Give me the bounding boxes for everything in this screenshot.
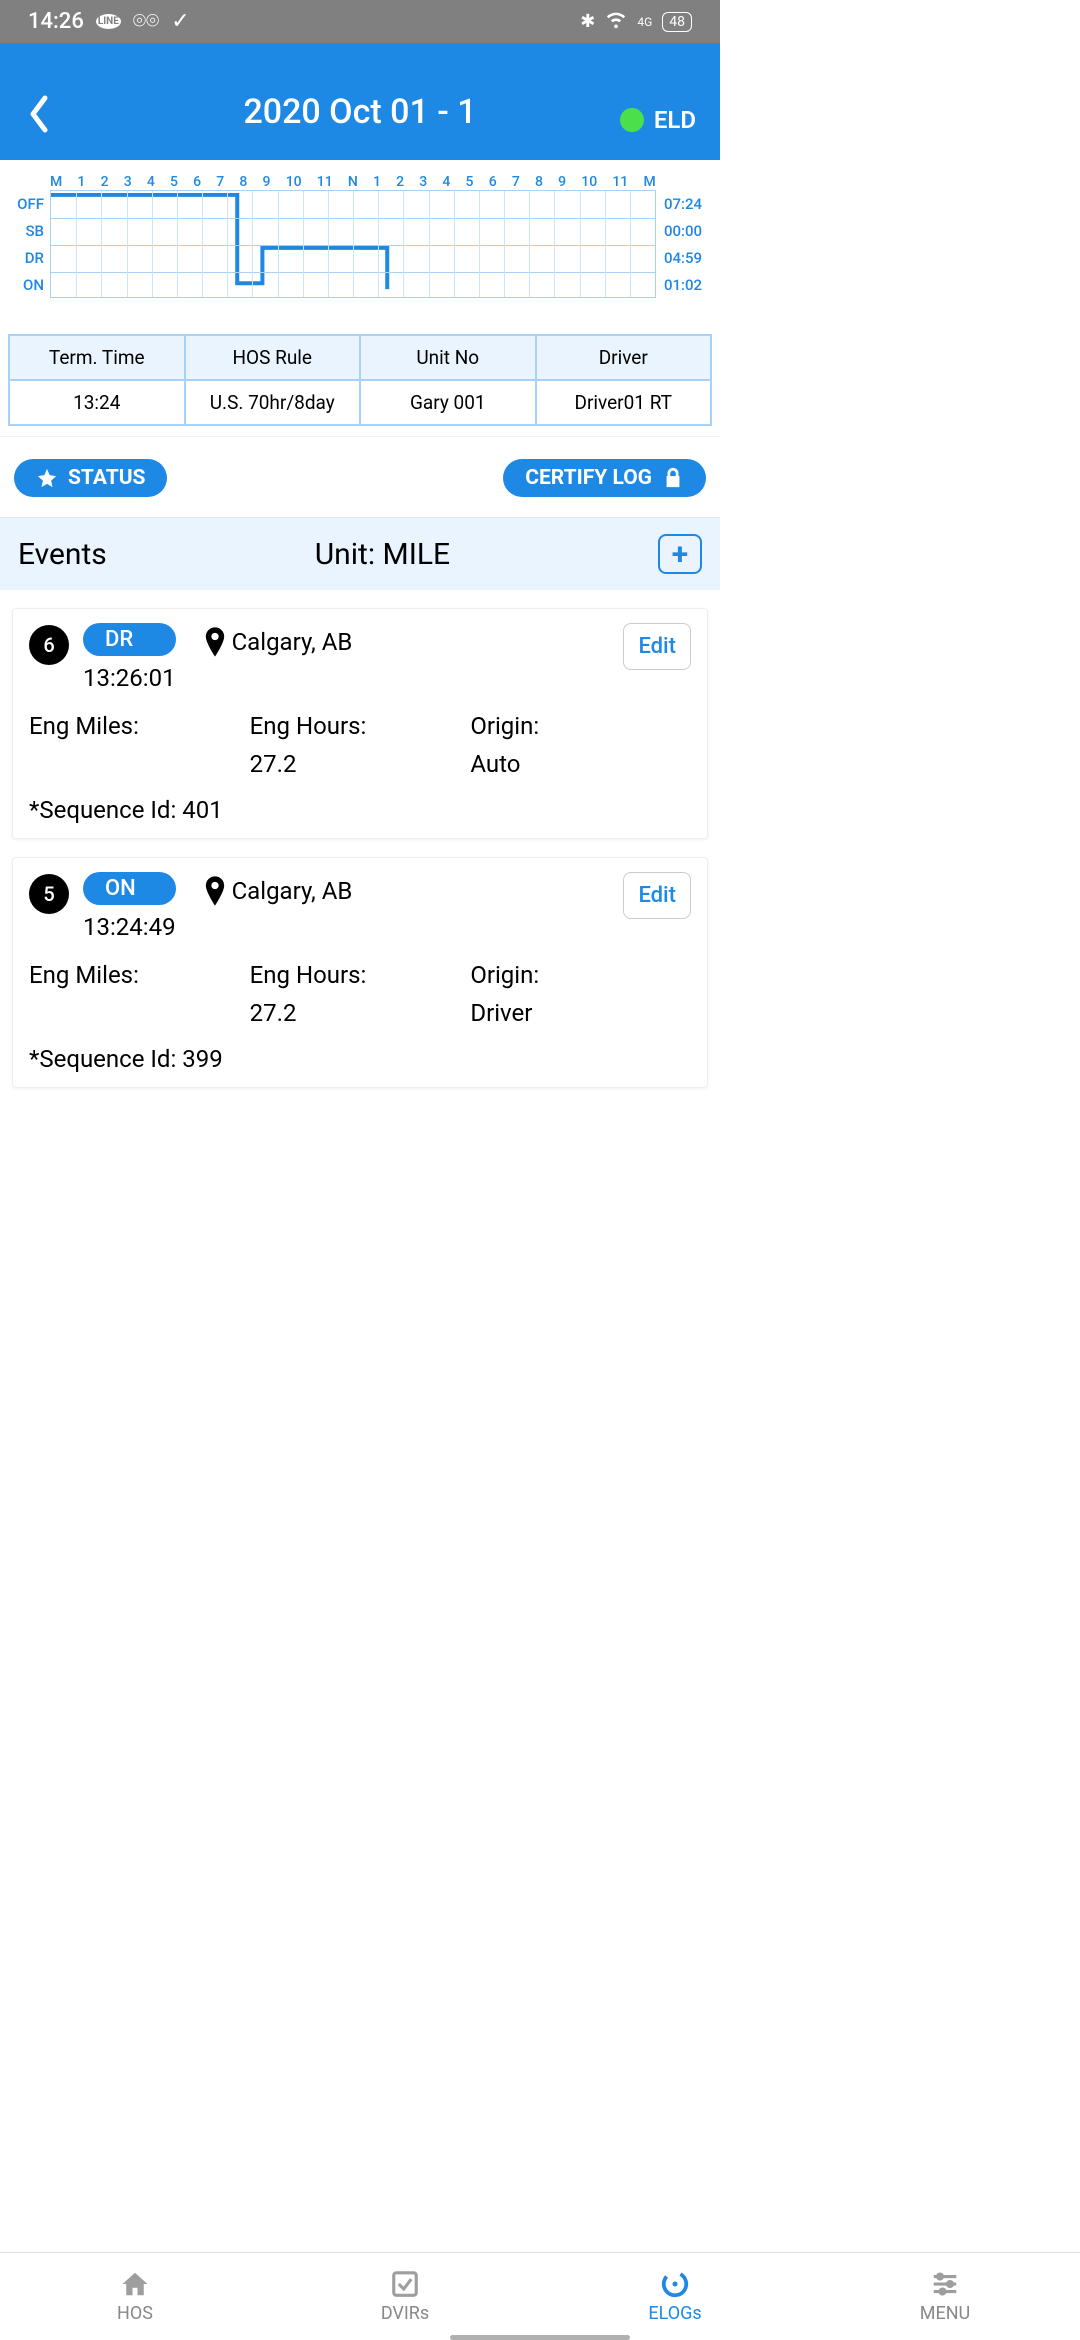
- certify-log-button[interactable]: CERTIFY LOG: [503, 459, 706, 497]
- eng-hours-value: 27.2: [250, 999, 471, 1027]
- status-button[interactable]: STATUS: [14, 459, 167, 497]
- status-bar: 14:26 LINE ⌾⌾ ✓ ✱ 4G 48: [0, 0, 720, 43]
- info-header: Unit No: [361, 336, 535, 381]
- edit-event-button[interactable]: Edit: [623, 872, 691, 919]
- info-col: DriverDriver01 RT: [537, 336, 711, 424]
- wifi-icon: [605, 8, 627, 35]
- events-unit: Unit: MILE: [315, 537, 450, 572]
- info-value: Gary 001: [361, 381, 535, 424]
- checkbox-icon: [390, 2269, 420, 2299]
- eng-miles-label: Eng Miles:: [29, 961, 250, 989]
- voicemail-icon: ⌾⌾: [133, 9, 159, 34]
- location-pin-icon: [204, 876, 226, 906]
- home-indicator: [450, 2335, 630, 2340]
- bluetooth-icon: ✱: [580, 11, 595, 32]
- edit-event-button[interactable]: Edit: [623, 623, 691, 670]
- event-sequence: *Sequence Id: 399: [29, 1045, 691, 1073]
- info-header: Term. Time: [10, 336, 184, 381]
- chart-grid: [50, 190, 656, 298]
- tab-hos-label: HOS: [117, 2303, 153, 2324]
- location-pin-icon: [204, 627, 226, 657]
- eld-status: ELD: [620, 106, 696, 134]
- sliders-icon: [930, 2269, 960, 2299]
- tab-elogs[interactable]: ELOGs: [540, 2253, 810, 2340]
- lock-icon: [662, 467, 684, 489]
- info-value: Driver01 RT: [537, 381, 711, 424]
- check-icon: ✓: [171, 9, 189, 34]
- info-value: U.S. 70hr/8day: [186, 381, 360, 424]
- events-title: Events: [18, 537, 107, 572]
- tab-menu-label: MENU: [920, 2303, 970, 2324]
- chart-x-axis: M1234567891011N1234567891011M: [50, 174, 656, 190]
- cellular-icon: 4G: [637, 15, 652, 29]
- event-location: Calgary, AB: [204, 876, 353, 906]
- info-header: Driver: [537, 336, 711, 381]
- bottom-nav: HOS DVIRs ELOGs MENU: [0, 2252, 1080, 2340]
- info-col: Unit NoGary 001: [361, 336, 537, 424]
- certify-log-label: CERTIFY LOG: [525, 466, 652, 490]
- event-index: 6: [29, 625, 69, 665]
- chart-totals: 07:2400:0004:5901:02: [656, 190, 712, 298]
- app-header: 2020 Oct 01 - 1 ELD: [0, 43, 720, 160]
- plus-icon: +: [672, 537, 688, 572]
- battery-icon: 48: [662, 12, 692, 32]
- add-event-button[interactable]: +: [658, 534, 702, 574]
- event-location: Calgary, AB: [204, 627, 353, 657]
- event-card: 5 ON 13:24:49 Calgary, AB Edit Eng Miles…: [12, 857, 708, 1088]
- eng-hours-value: 27.2: [250, 750, 471, 778]
- eld-status-dot-icon: [620, 108, 644, 132]
- page-title: 2020 Oct 01 - 1: [0, 92, 720, 132]
- hos-chart: M1234567891011N1234567891011M OFFSBDRON …: [0, 160, 720, 306]
- back-button[interactable]: [26, 94, 52, 138]
- tab-hos[interactable]: HOS: [0, 2253, 270, 2340]
- gauge-icon: [660, 2269, 690, 2299]
- event-location-text: Calgary, AB: [232, 628, 353, 656]
- eng-hours-label: Eng Hours:: [250, 961, 471, 989]
- star-icon: [36, 467, 58, 489]
- info-table: Term. Time13:24HOS RuleU.S. 70hr/8dayUni…: [8, 334, 712, 426]
- info-header: HOS Rule: [186, 336, 360, 381]
- event-status-pill: DR: [83, 623, 176, 656]
- status-button-label: STATUS: [68, 466, 145, 490]
- origin-value: Driver: [470, 999, 691, 1027]
- event-index: 5: [29, 874, 69, 914]
- chart-y-axis: OFFSBDRON: [8, 190, 50, 298]
- event-time: 13:24:49: [83, 913, 176, 941]
- event-status-pill: ON: [83, 872, 176, 905]
- tab-elogs-label: ELOGs: [648, 2303, 701, 2324]
- home-icon: [120, 2269, 150, 2299]
- eng-hours-label: Eng Hours:: [250, 712, 471, 740]
- eld-status-label: ELD: [654, 106, 696, 134]
- tab-dvirs[interactable]: DVIRs: [270, 2253, 540, 2340]
- event-time: 13:26:01: [83, 664, 176, 692]
- action-row: STATUS CERTIFY LOG: [0, 436, 720, 518]
- tab-dvirs-label: DVIRs: [381, 2303, 429, 2324]
- origin-value: Auto: [470, 750, 691, 778]
- event-location-text: Calgary, AB: [232, 877, 353, 905]
- tab-menu[interactable]: MENU: [810, 2253, 1080, 2340]
- status-time: 14:26: [28, 9, 84, 34]
- eng-miles-value: [29, 999, 250, 1027]
- eng-miles-value: [29, 750, 250, 778]
- events-header: Events Unit: MILE +: [0, 518, 720, 590]
- info-col: Term. Time13:24: [10, 336, 186, 424]
- origin-label: Origin:: [470, 712, 691, 740]
- line-icon: LINE: [96, 14, 121, 29]
- event-sequence: *Sequence Id: 401: [29, 796, 691, 824]
- eng-miles-label: Eng Miles:: [29, 712, 250, 740]
- info-col: HOS RuleU.S. 70hr/8day: [186, 336, 362, 424]
- origin-label: Origin:: [470, 961, 691, 989]
- info-value: 13:24: [10, 381, 184, 424]
- event-card: 6 DR 13:26:01 Calgary, AB Edit Eng Miles…: [12, 608, 708, 839]
